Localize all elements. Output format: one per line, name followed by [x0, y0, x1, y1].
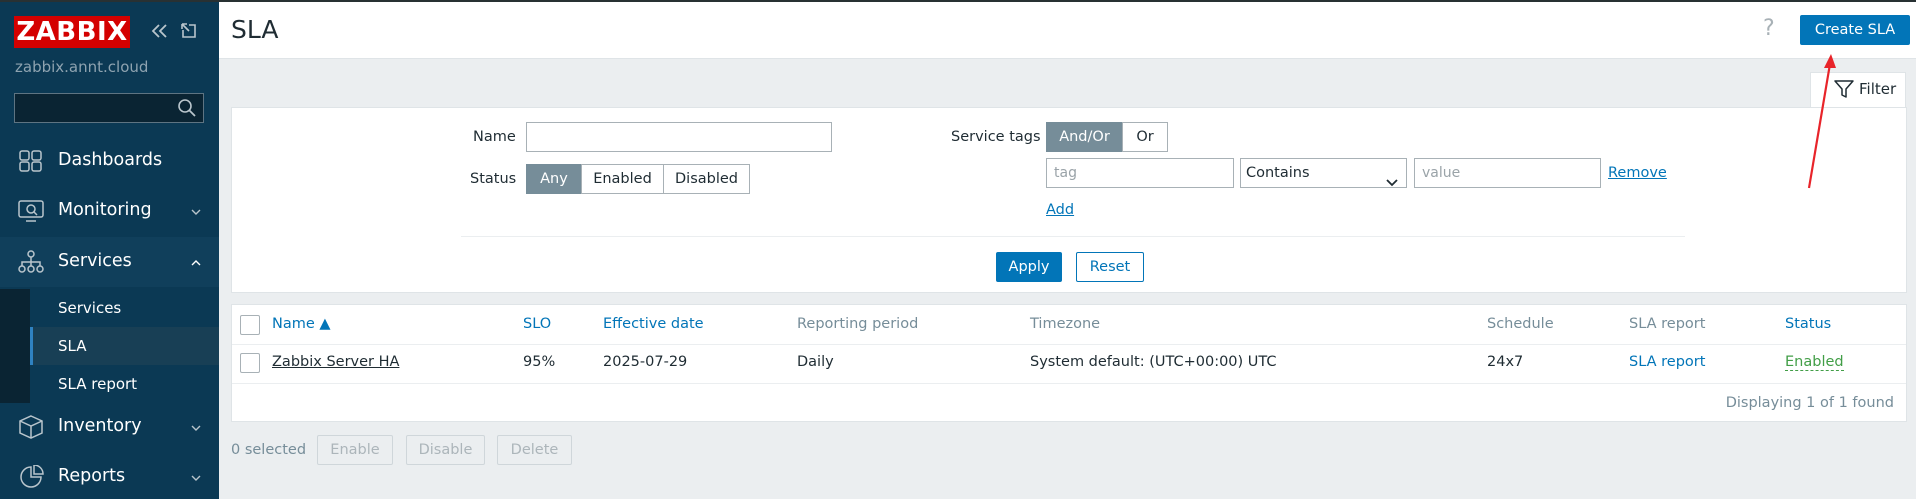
column-header-schedule: Schedule — [1487, 316, 1554, 332]
services-submenu: Services SLA SLA report — [0, 289, 219, 403]
nav-label: Monitoring — [58, 200, 152, 220]
submenu-item-sla[interactable]: SLA — [30, 327, 219, 365]
paging-summary: Displaying 1 of 1 found — [1725, 395, 1894, 411]
header-divider — [232, 344, 1906, 345]
slo-cell: 95% — [523, 354, 556, 370]
reports-icon — [18, 464, 44, 489]
nav-inventory[interactable]: Inventory — [0, 402, 219, 452]
timezone-cell: System default: (UTC+00:00) UTC — [1030, 354, 1277, 370]
nav-monitoring[interactable]: Monitoring — [0, 186, 219, 236]
nav-label: Reports — [58, 466, 126, 486]
status-label: Status — [470, 171, 517, 187]
add-tag-link[interactable]: Add — [1046, 202, 1074, 218]
filter-tab-label: Filter — [1859, 80, 1897, 98]
chevron-down-icon — [191, 204, 201, 220]
column-header-reporting-period: Reporting period — [797, 316, 919, 332]
nav-reports[interactable]: Reports — [0, 452, 219, 499]
nav-label: Inventory — [58, 416, 142, 436]
collapse-sidebar-icon[interactable] — [150, 22, 170, 44]
schedule-cell: 24x7 — [1487, 354, 1524, 370]
apply-button[interactable]: Apply — [996, 252, 1062, 282]
zabbix-logo[interactable]: ZABBIX — [14, 16, 130, 48]
chevron-up-icon — [191, 255, 201, 271]
reporting-period-cell: Daily — [797, 354, 834, 370]
column-header-effective-date[interactable]: Effective date — [603, 316, 704, 332]
row-checkbox[interactable] — [240, 353, 260, 373]
selected-count: 0 selected — [231, 442, 307, 458]
select-all-checkbox[interactable] — [240, 315, 260, 335]
chevron-down-icon — [191, 420, 201, 436]
nav-services[interactable]: Services — [0, 237, 219, 287]
filter-panel: Name Status Any Enabled Disabled Service… — [231, 107, 1907, 293]
page-header: SLA ? Create SLA — [219, 2, 1916, 59]
dashboards-icon — [18, 149, 44, 173]
status-disabled-option[interactable]: Disabled — [663, 164, 750, 194]
monitoring-icon — [18, 199, 44, 223]
submenu-label: SLA report — [58, 375, 138, 393]
column-header-sla-report: SLA report — [1629, 316, 1706, 332]
chevron-down-icon — [1386, 169, 1398, 197]
inventory-icon — [18, 415, 44, 439]
sidebar: ZABBIX zabbix.annt.cloud Dashboards Moni… — [0, 2, 219, 499]
status-enabled-option[interactable]: Enabled — [581, 164, 664, 194]
help-icon[interactable]: ? — [1763, 16, 1775, 41]
annotation-arrow-icon — [1807, 54, 1836, 189]
status-any-option[interactable]: Any — [526, 164, 582, 194]
sidebar-search-input[interactable] — [14, 93, 204, 123]
submenu-label: Services — [58, 299, 122, 317]
submenu-label: SLA — [58, 337, 87, 355]
tags-or-option[interactable]: Or — [1122, 122, 1168, 152]
sla-report-link[interactable]: SLA report — [1629, 354, 1705, 370]
effective-date-cell: 2025-07-29 — [603, 354, 688, 370]
nav-dashboards[interactable]: Dashboards — [0, 136, 219, 186]
submenu-item-services[interactable]: Services — [30, 289, 219, 327]
delete-button[interactable]: Delete — [497, 435, 572, 465]
chevron-down-icon — [191, 470, 201, 486]
sla-name-link[interactable]: Zabbix Server HA — [272, 354, 399, 370]
column-header-timezone: Timezone — [1030, 316, 1101, 332]
row-divider — [232, 383, 1906, 384]
enable-button[interactable]: Enable — [317, 435, 393, 465]
kiosk-mode-icon[interactable] — [179, 21, 199, 45]
search-icon[interactable] — [177, 98, 197, 122]
operator-value: Contains — [1246, 165, 1310, 181]
tags-andor-option[interactable]: And/Or — [1046, 122, 1123, 152]
sla-table: Name ▲ SLO Effective date Reporting peri… — [231, 304, 1907, 422]
reset-button[interactable]: Reset — [1076, 252, 1144, 282]
status-toggle[interactable]: Enabled — [1785, 354, 1844, 371]
create-sla-button[interactable]: Create SLA — [1800, 15, 1910, 45]
column-header-slo[interactable]: SLO — [523, 316, 551, 332]
column-header-status[interactable]: Status — [1785, 316, 1831, 332]
page-title: SLA — [231, 15, 279, 44]
nav-label: Dashboards — [58, 150, 163, 170]
name-input[interactable] — [526, 122, 832, 152]
disable-button[interactable]: Disable — [406, 435, 485, 465]
remove-tag-link[interactable]: Remove — [1608, 165, 1667, 181]
column-header-name[interactable]: Name ▲ — [272, 316, 331, 332]
nav-label: Services — [58, 251, 132, 271]
operator-select[interactable]: Contains — [1240, 158, 1407, 188]
services-icon — [18, 250, 44, 274]
filter-divider — [461, 236, 1685, 237]
name-label: Name — [473, 129, 516, 145]
server-name: zabbix.annt.cloud — [15, 58, 149, 76]
tag-input[interactable]: tag — [1046, 158, 1234, 188]
submenu-item-sla-report[interactable]: SLA report — [30, 365, 219, 403]
service-tags-label: Service tags — [951, 129, 1041, 145]
value-input[interactable]: value — [1414, 158, 1601, 188]
